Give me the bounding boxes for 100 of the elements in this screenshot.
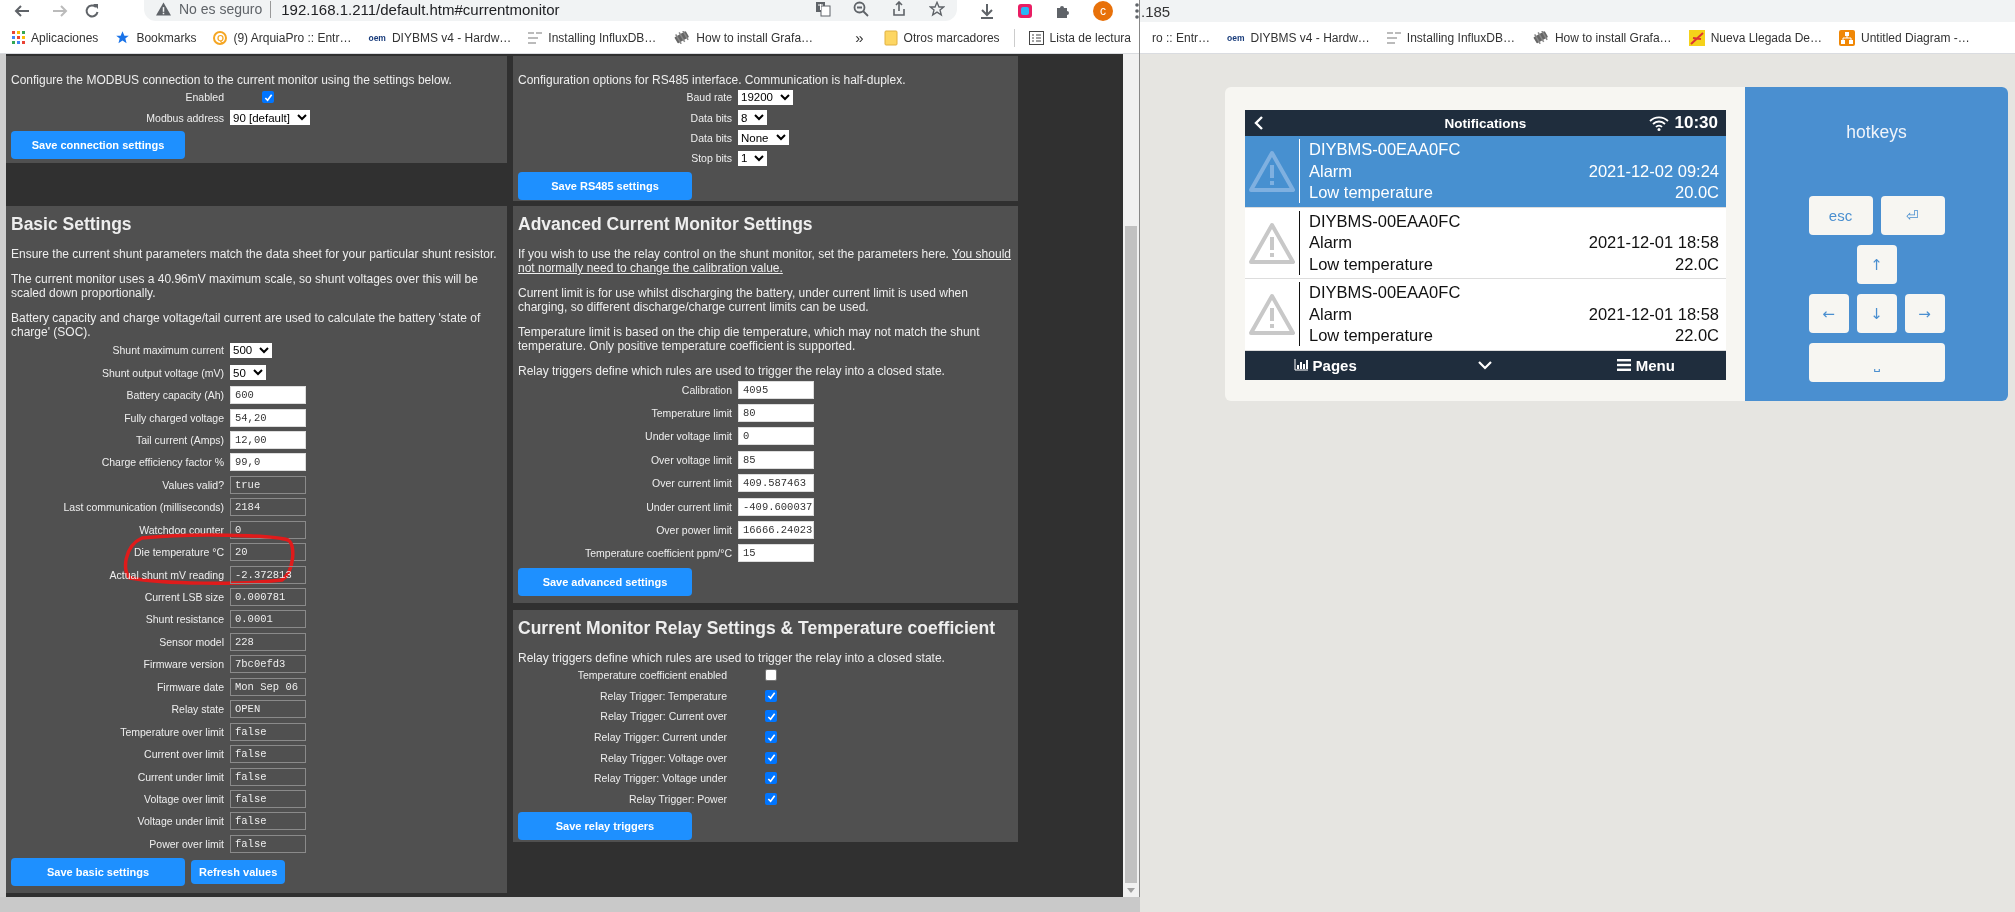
readonly-field: false xyxy=(230,745,306,764)
reload-icon[interactable] xyxy=(84,3,100,19)
bookmark-item[interactable]: oem DIYBMS v4 - Hardw… xyxy=(368,30,512,45)
share-icon[interactable] xyxy=(891,1,907,17)
star-outline-icon[interactable] xyxy=(929,1,945,17)
readonly-field: false xyxy=(230,834,306,853)
dropdown[interactable]: 1 xyxy=(738,150,768,166)
input-field[interactable]: 409.587463 xyxy=(738,474,814,493)
input-field[interactable]: 16666.24023 xyxy=(738,521,814,540)
input-field[interactable]: 54,20 xyxy=(230,408,306,427)
dropdown[interactable]: 19200 xyxy=(738,89,793,105)
input-field[interactable]: 80 xyxy=(738,404,814,423)
url-text: .185 xyxy=(1140,2,1171,20)
bookmark-item[interactable]: Installing InfluxDB… xyxy=(1386,30,1515,45)
extension-icon[interactable] xyxy=(1017,3,1033,19)
field-label: Last communication (milliseconds) xyxy=(62,501,224,514)
scrollbar-thumb[interactable] xyxy=(1125,226,1137,883)
clock-time: 10:30 xyxy=(1674,113,1718,133)
warning-icon xyxy=(1249,150,1295,193)
device-name: DIYBMS-00EAA0FC xyxy=(1309,139,1462,161)
input-field[interactable]: -409.600037 xyxy=(738,497,814,516)
field-label: Relay Trigger: Temperature xyxy=(598,689,727,702)
input-field[interactable]: 99,0 xyxy=(230,453,306,472)
checkbox[interactable] xyxy=(262,91,274,104)
reading-list-button[interactable]: Lista de lectura xyxy=(1028,30,1131,45)
bookmark-item[interactable]: Q (9) ArquiaPro :: Entr… xyxy=(213,30,352,45)
field-label: Under current limit xyxy=(645,500,732,513)
bookmark-item[interactable]: oem DIYBMS v4 - Hardw… xyxy=(1227,30,1370,45)
readonly-field: false xyxy=(230,767,306,786)
back-icon[interactable] xyxy=(1253,115,1265,131)
translate-icon[interactable] xyxy=(815,1,831,17)
dropdown[interactable]: 8 xyxy=(738,110,768,126)
field-label: Current over limit xyxy=(143,748,224,761)
bookmark-item[interactable]: How to install Grafa… xyxy=(1531,30,1672,45)
folder-icon xyxy=(883,29,898,46)
field-label: Temperature coefficient enabled xyxy=(576,669,727,682)
description-text: Battery capacity and charge voltage/tail current are used to calculate the battery 'state of charge' (SOC). xyxy=(11,311,482,339)
checkbox[interactable] xyxy=(765,689,777,702)
wifi-icon xyxy=(1648,115,1669,131)
bookmark-folder[interactable]: Otros marcadores xyxy=(883,29,1000,46)
checkbox[interactable] xyxy=(765,669,777,682)
overflow-button[interactable]: » xyxy=(855,29,864,46)
bookmark-item[interactable]: Untitled Diagram -… xyxy=(1839,29,1970,46)
checkbox[interactable] xyxy=(765,710,777,723)
bookmark-item[interactable]: Installing InfluxDB… xyxy=(528,30,657,45)
chevron-down-icon[interactable] xyxy=(1478,360,1493,370)
input-field[interactable]: 15 xyxy=(738,544,814,563)
device-name: DIYBMS-00EAA0FC xyxy=(1309,282,1462,304)
bookmark-item[interactable]: Bookmarks xyxy=(115,30,197,45)
description-text: Ensure the current shunt parameters match the data sheet for your particular shunt resistor. xyxy=(11,247,498,261)
menu-button[interactable]: Menu xyxy=(1616,356,1675,374)
notification-message: Low temperature xyxy=(1309,182,1434,204)
description-text: Relay triggers define which rules are used to trigger the relay into a closed state. xyxy=(518,651,946,665)
dropdown[interactable]: None xyxy=(738,130,789,146)
bookmark-item[interactable]: How to install Grafa… xyxy=(673,30,814,45)
checkbox[interactable] xyxy=(765,772,777,785)
field-label: Values valid? xyxy=(161,478,224,491)
chip-icon xyxy=(1531,31,1549,44)
field-label: Tail current (Amps) xyxy=(134,433,224,446)
star-icon xyxy=(115,30,131,45)
description-text: Configuration options for RS485 interface. Communication is half-duplex. xyxy=(518,73,907,87)
chevron-down-icon xyxy=(252,369,263,377)
pages-button[interactable]: Pages xyxy=(1293,356,1357,374)
input-field[interactable]: 4095 xyxy=(738,380,814,399)
notification-item[interactable]: DIYBMS-00EAA0FC Alarm 2021-12-01 18:58 Low temperature 22.0C xyxy=(1245,207,1726,280)
back-icon[interactable] xyxy=(14,3,30,19)
description-text: Current limit is for use whilst discharging the battery, under current limit is used when charging, so different discharge/charge current limits can be used. xyxy=(518,286,969,314)
field-label: Stop bits xyxy=(690,152,732,165)
input-field[interactable]: 12,00 xyxy=(230,430,306,449)
field-label: Battery capacity (Ah) xyxy=(125,389,224,402)
notification-date: 2021-12-01 18:58 xyxy=(1588,232,1719,254)
field-label: Shunt output voltage (mV) xyxy=(101,366,224,379)
input-field[interactable]: 600 xyxy=(230,386,306,405)
notification-value: 20.0C xyxy=(1673,182,1719,204)
zoom-out-icon[interactable] xyxy=(853,1,869,17)
notification-date: 2021-12-01 18:58 xyxy=(1588,303,1719,325)
input-field[interactable]: 0 xyxy=(738,427,814,446)
menu-icon[interactable] xyxy=(1135,3,1139,19)
checkbox[interactable] xyxy=(765,731,777,744)
apps-grid-icon xyxy=(12,31,25,44)
address-bar[interactable]: No es seguro 192.168.1.211/default.htm#currentmonitor xyxy=(144,0,957,21)
download-icon[interactable] xyxy=(979,3,995,19)
panel-title: hotkeys xyxy=(1846,122,1907,143)
chevron-down-icon xyxy=(754,114,765,122)
field-label: Firmware version xyxy=(142,658,224,671)
notification-item[interactable]: DIYBMS-00EAA0FC Alarm 2021-12-01 18:58 Low temperature 22.0C xyxy=(1245,279,1726,351)
field-label: Relay state xyxy=(170,703,224,716)
puzzle-icon[interactable] xyxy=(1055,3,1071,19)
dropdown[interactable]: 90 [default] xyxy=(230,110,310,126)
dropdown[interactable]: 500 xyxy=(230,342,273,358)
bookmark-item[interactable]: Nueva Llegada De… xyxy=(1688,29,1823,46)
checkbox[interactable] xyxy=(765,751,777,764)
field-label: Die temperature °C xyxy=(133,546,224,559)
field-label: Power over limit xyxy=(148,837,224,850)
input-field[interactable]: 85 xyxy=(738,450,814,469)
dropdown[interactable]: 50 xyxy=(230,365,266,381)
field-label: Charge efficiency factor % xyxy=(100,456,224,469)
bookmark-item[interactable]: Aplicaciones xyxy=(12,30,99,45)
checkbox[interactable] xyxy=(765,792,777,805)
bookmark-item[interactable]: ro :: Entr… xyxy=(1152,30,1210,45)
